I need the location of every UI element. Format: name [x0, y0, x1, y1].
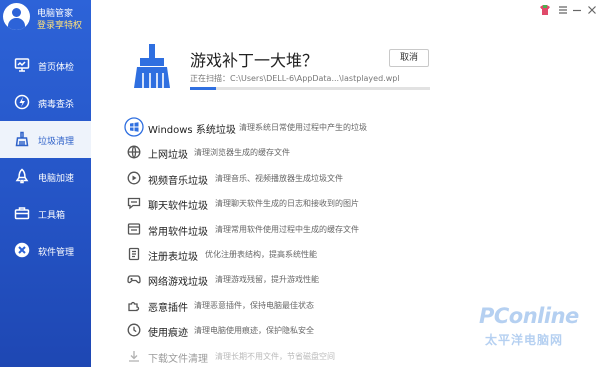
lightning-shield-icon [14, 94, 30, 110]
play-icon [127, 171, 141, 185]
item-description: 清理聊天软件生成的日志和接收到的图片 [215, 199, 359, 209]
login-link[interactable]: 登录享特权 [37, 18, 82, 31]
list-item[interactable]: 聊天软件垃圾 清理聊天软件生成的日志和接收到的图片 [124, 192, 594, 217]
item-description: 清理系统日常使用过程中产生的垃圾 [239, 123, 367, 132]
globe-icon [127, 145, 141, 159]
sidebar: 电脑管家 登录享特权 首页体检 病毒查杀 垃圾清理 电脑加速 工具箱 软件管理 [0, 0, 91, 367]
rocket-icon [14, 168, 30, 184]
windows-icon [124, 117, 144, 137]
sidebar-item-speedup[interactable]: 电脑加速 [0, 158, 91, 195]
download-icon [127, 349, 141, 363]
gamepad-icon [127, 272, 141, 286]
item-description: 清理游戏残留，提升游戏性能 [215, 275, 319, 285]
sidebar-item-label: 电脑加速 [38, 174, 75, 184]
sidebar-item-toolbox[interactable]: 工具箱 [0, 195, 91, 232]
scan-progress-bar [190, 87, 430, 90]
cancel-button[interactable]: 取消 [389, 49, 429, 67]
list-item[interactable]: 上网垃圾 清理浏览器生成的缓存文件 [124, 141, 594, 166]
chat-icon [127, 196, 141, 210]
item-name: 聊天软件垃圾 [148, 201, 208, 213]
item-description: 清理恶意插件，保持电脑最佳状态 [194, 300, 314, 310]
scan-progress-fill [190, 87, 217, 90]
scan-path: 正在扫描：C:\Users\DELL-6\AppData...\lastplay… [190, 74, 400, 83]
registry-icon [127, 247, 141, 261]
item-description: 清理电脑使用痕迹，保护隐私安全 [194, 326, 314, 336]
item-name: 上网垃圾 [148, 150, 188, 162]
item-name: 恶意插件 [148, 302, 188, 314]
list-item[interactable]: 常用软件垃圾 清理常用软件使用过程中生成的缓存文件 [124, 218, 594, 243]
clock-icon [127, 323, 141, 337]
skin-icon[interactable] [538, 3, 552, 17]
sidebar-item-label: 工具箱 [38, 211, 66, 221]
item-name: 视频音乐垃圾 [148, 175, 208, 187]
sidebar-item-label: 软件管理 [38, 248, 75, 258]
app-window-icon [127, 222, 141, 236]
list-item[interactable]: Windows 系统垃圾 清理系统日常使用过程中产生的垃圾 [124, 116, 594, 141]
toolbox-icon [14, 205, 30, 221]
list-item[interactable]: 注册表垃圾 优化注册表结构，提高系统性能 [124, 243, 594, 268]
list-item[interactable]: 网络游戏垃圾 清理游戏残留，提升游戏性能 [124, 268, 594, 293]
pconline-watermark: PConline 太平洋电脑网 [465, 298, 597, 364]
sidebar-item-software-manager[interactable]: 软件管理 [0, 232, 91, 269]
item-description: 优化注册表结构，提高系统性能 [205, 249, 317, 259]
item-description: 清理常用软件使用过程中生成的缓存文件 [215, 224, 359, 234]
sidebar-nav: 首页体检 病毒查杀 垃圾清理 电脑加速 工具箱 软件管理 [0, 47, 91, 269]
profile-area[interactable]: 电脑管家 登录享特权 [0, 0, 91, 40]
broom-illustration-icon [130, 42, 174, 90]
menu-icon[interactable] [556, 3, 570, 17]
item-name: Windows 系统垃圾 [148, 125, 236, 136]
item-description: 清理音乐、视频播放器生成垃圾文件 [215, 173, 343, 183]
item-name: 下载文件清理 [148, 353, 208, 365]
sidebar-item-junk-cleanup[interactable]: 垃圾清理 [0, 121, 91, 158]
watermark-brand: PConline [479, 304, 579, 328]
minimize-icon[interactable] [570, 3, 584, 17]
sidebar-item-label: 首页体检 [38, 63, 75, 73]
item-description: 清理长期不用文件，节省磁盘空间 [215, 351, 335, 361]
watermark-subtitle: 太平洋电脑网 [485, 333, 564, 347]
item-name: 使用痕迹 [148, 328, 188, 340]
avatar[interactable] [3, 3, 30, 30]
apps-icon [14, 242, 30, 258]
item-name: 常用软件垃圾 [148, 226, 208, 238]
scan-title: 游戏补丁一大堆？ [190, 51, 319, 70]
sidebar-item-virus-scan[interactable]: 病毒查杀 [0, 84, 91, 121]
puzzle-icon [127, 298, 141, 312]
sidebar-item-label: 垃圾清理 [38, 137, 75, 147]
list-item[interactable]: 视频音乐垃圾 清理音乐、视频播放器生成垃圾文件 [124, 167, 594, 192]
broom-icon [14, 131, 30, 147]
sidebar-item-label: 病毒查杀 [38, 100, 75, 110]
item-name: 注册表垃圾 [148, 251, 198, 263]
close-icon[interactable] [585, 3, 599, 17]
item-description: 清理浏览器生成的缓存文件 [194, 148, 290, 158]
sidebar-item-home-checkup[interactable]: 首页体检 [0, 47, 91, 84]
monitor-icon [14, 57, 30, 73]
pc-manager-window: 电脑管家 登录享特权 首页体检 病毒查杀 垃圾清理 电脑加速 工具箱 软件管理 … [0, 0, 600, 367]
item-name: 网络游戏垃圾 [148, 277, 208, 289]
